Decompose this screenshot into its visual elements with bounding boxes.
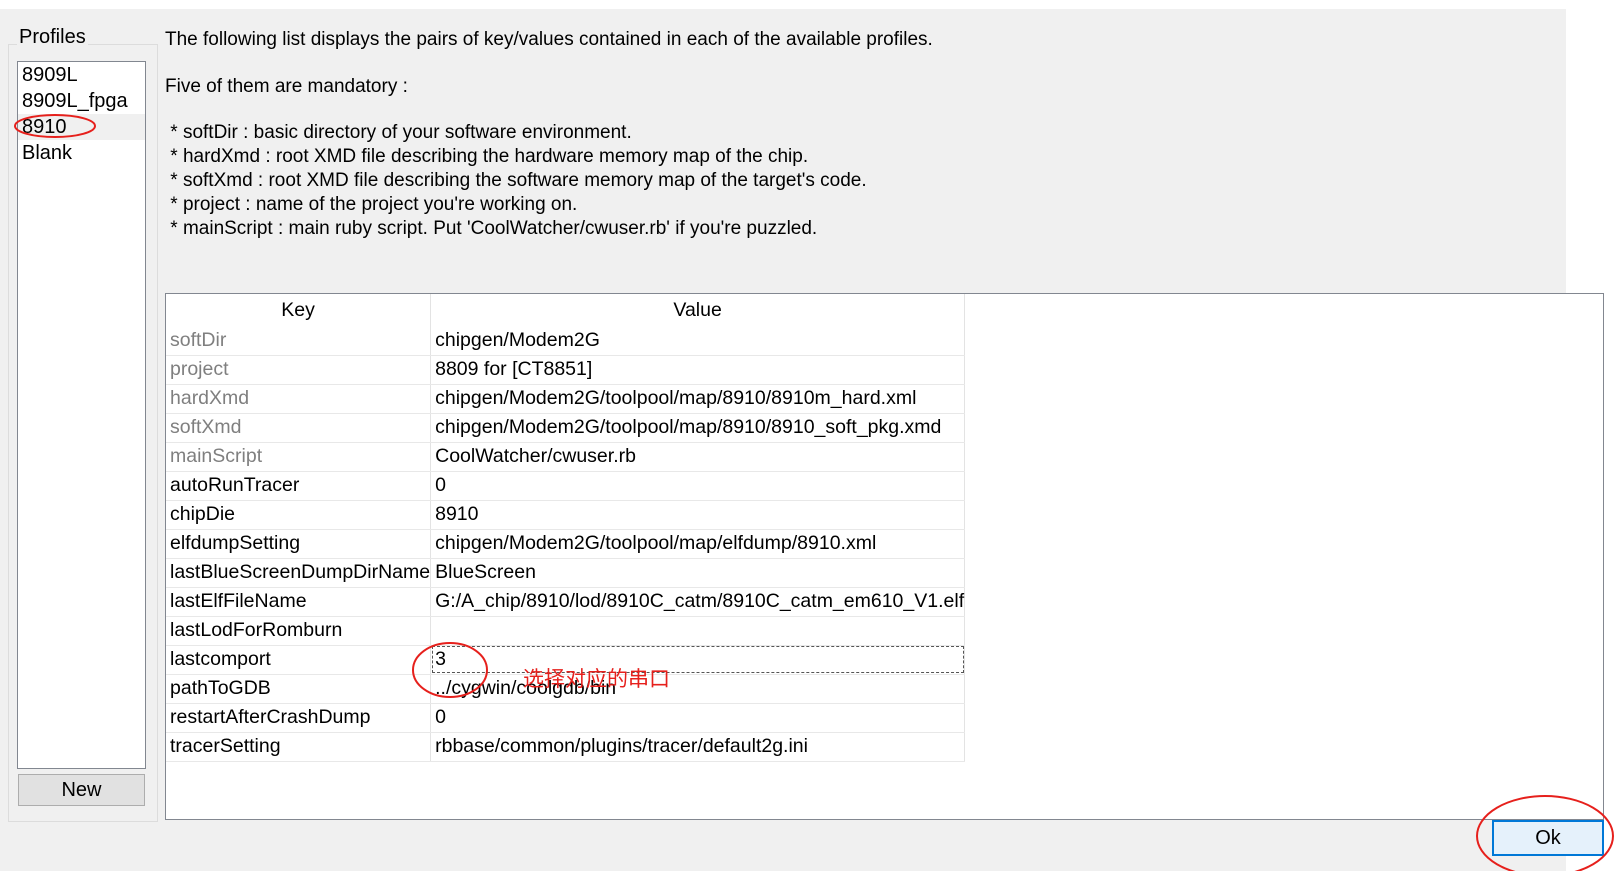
value-cell[interactable] <box>430 616 966 646</box>
mandatory-key-description: * hardXmd : root XMD file describing the… <box>165 146 809 167</box>
key-cell[interactable]: mainScript <box>166 442 432 472</box>
key-cell[interactable]: lastElfFileName <box>166 587 432 617</box>
table-row[interactable]: elfdumpSetting chipgen/Modem2G/toolpool/m… <box>166 529 966 559</box>
value-cell[interactable]: 0 <box>430 471 966 501</box>
annotation-select-port: 选择对应的串口 <box>523 668 670 691</box>
value-cell[interactable]: G:/A_chip/8910/lod/8910C_catm/8910C_catm… <box>430 587 966 617</box>
key-cell[interactable]: softDir <box>166 326 432 356</box>
value-cell[interactable]: CoolWatcher/cwuser.rb <box>430 442 966 472</box>
key-cell[interactable]: restartAfterCrashDump <box>166 703 432 733</box>
table-row[interactable]: restartAfterCrashDump 0 <box>166 703 966 733</box>
value-cell[interactable]: ../cygwin/coolgdb/bin <box>430 674 966 704</box>
profile-item[interactable]: Blank <box>18 140 145 166</box>
profile-item[interactable]: 8910 <box>18 114 145 140</box>
key-cell[interactable]: lastcomport <box>166 645 432 675</box>
mandatory-key-description: * mainScript : main ruby script. Put 'Co… <box>165 218 818 239</box>
profile-item[interactable]: 8909L_fpga <box>18 88 145 114</box>
key-cell[interactable]: hardXmd <box>166 384 432 414</box>
table-row[interactable]: softXmd chipgen/Modem2G/toolpool/map/8910… <box>166 413 966 443</box>
mandatory-key-description: * softXmd : root XMD file describing the… <box>165 170 867 191</box>
key-cell[interactable]: project <box>166 355 432 385</box>
profiles-title: Profiles <box>17 26 88 49</box>
key-cell[interactable]: tracerSetting <box>166 732 432 762</box>
column-header-key[interactable]: Key <box>166 294 432 326</box>
ok-button[interactable]: Ok <box>1492 820 1604 856</box>
value-cell[interactable]: 0 <box>430 703 966 733</box>
value-cell-editing[interactable]: 3 <box>430 645 966 675</box>
value-cell[interactable]: 8809 for [CT8851] <box>430 355 966 385</box>
mandatory-key-description: * softDir : basic directory of your soft… <box>165 122 632 143</box>
key-cell[interactable]: autoRunTracer <box>166 471 432 501</box>
table-row[interactable]: project 8809 for [CT8851] <box>166 355 966 385</box>
profile-item[interactable]: 8909L <box>18 62 145 88</box>
table-row[interactable]: mainScript CoolWatcher/cwuser.rb <box>166 442 966 472</box>
key-value-table[interactable]: Key Value softDir chipgen/Modem2G project 8… <box>165 293 1604 820</box>
key-cell[interactable]: chipDie <box>166 500 432 530</box>
column-header-value[interactable]: Value <box>430 294 966 326</box>
table-row[interactable]: chipDie 8910 <box>166 500 966 530</box>
table-row[interactable]: lastElfFileName G:/A_chip/8910/lod/8910C_… <box>166 587 966 617</box>
value-cell[interactable]: BlueScreen <box>430 558 966 588</box>
key-cell[interactable]: lastLodForRomburn <box>166 616 432 646</box>
value-cell[interactable]: chipgen/Modem2G/toolpool/map/elfdump/891… <box>430 529 966 559</box>
description-intro: The following list displays the pairs of… <box>165 29 933 50</box>
key-cell[interactable]: softXmd <box>166 413 432 443</box>
table-row[interactable]: hardXmd chipgen/Modem2G/toolpool/map/8910… <box>166 384 966 414</box>
key-cell[interactable]: elfdumpSetting <box>166 529 432 559</box>
value-cell[interactable]: chipgen/Modem2G/toolpool/map/8910/8910_s… <box>430 413 966 443</box>
profiles-list[interactable]: 8909L 8909L_fpga 8910 Blank <box>17 61 146 769</box>
table-row[interactable]: lastBlueScreenDumpDirName BlueScreen <box>166 558 966 588</box>
value-cell[interactable]: 8910 <box>430 500 966 530</box>
value-cell[interactable]: rbbase/common/plugins/tracer/default2g.i… <box>430 732 966 762</box>
top-strip <box>0 0 1622 9</box>
table-row[interactable]: lastLodForRomburn <box>166 616 966 646</box>
key-cell[interactable]: pathToGDB <box>166 674 432 704</box>
description-mandatory: Five of them are mandatory : <box>165 76 408 97</box>
value-cell[interactable]: chipgen/Modem2G/toolpool/map/8910/8910m_… <box>430 384 966 414</box>
new-profile-button[interactable]: New <box>18 774 145 806</box>
table-row[interactable]: softDir chipgen/Modem2G <box>166 326 966 356</box>
mandatory-key-description: * project : name of the project you're w… <box>165 194 578 215</box>
key-cell[interactable]: lastBlueScreenDumpDirName <box>166 558 432 588</box>
table-row[interactable]: autoRunTracer 0 <box>166 471 966 501</box>
table-row[interactable]: tracerSetting rbbase/common/plugins/trace… <box>166 732 966 762</box>
value-cell[interactable]: chipgen/Modem2G <box>430 326 966 356</box>
